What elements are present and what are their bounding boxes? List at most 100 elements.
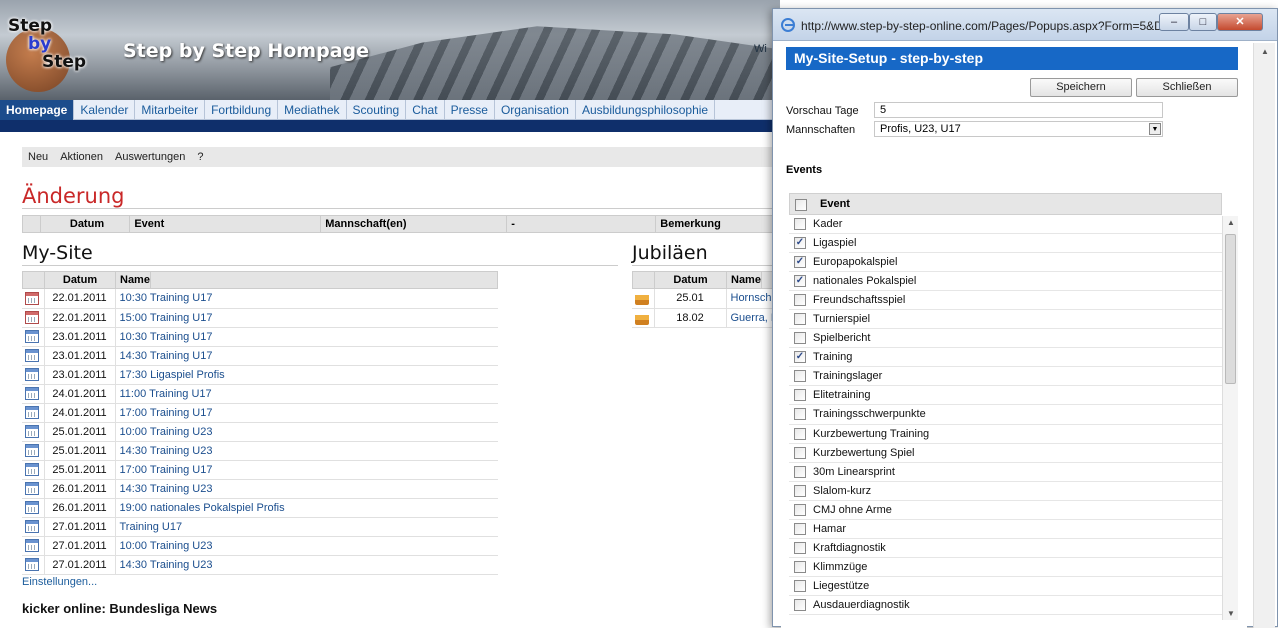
scroll-down-icon[interactable]: ▼ (1226, 609, 1236, 618)
close-window-button[interactable]: ✕ (1217, 13, 1263, 31)
table-row[interactable]: 24.01.2011 11:00 Training U17 (22, 384, 498, 404)
event-checkbox[interactable]: ✓ (794, 351, 806, 364)
event-checkbox[interactable] (794, 313, 806, 326)
nav-item-scouting[interactable]: Scouting (347, 99, 407, 120)
event-checkbox[interactable] (794, 484, 806, 497)
nav-item-organisation[interactable]: Organisation (495, 99, 576, 120)
nav-item-mediathek[interactable]: Mediathek (278, 99, 347, 120)
table-row[interactable]: 25.01 Hornschu (632, 289, 782, 309)
table-row[interactable]: 23.01.2011 17:30 Ligaspiel Profis (22, 365, 498, 385)
row-name-link[interactable]: 19:00 nationales Pokalspiel Profis (115, 498, 498, 518)
table-row[interactable]: 26.01.2011 19:00 nationales Pokalspiel Pr… (22, 498, 498, 518)
nav-item-ausbildungsphilosophie[interactable]: Ausbildungsphilosophie (576, 99, 716, 120)
action-aktionen[interactable]: Aktionen (54, 151, 109, 163)
action-auswertungen[interactable]: Auswertungen (109, 151, 191, 163)
row-name-link[interactable]: 14:30 Training U23 (115, 555, 498, 575)
event-row[interactable]: Turnierspiel (789, 310, 1227, 330)
event-checkbox[interactable] (794, 294, 806, 307)
event-checkbox[interactable] (794, 370, 806, 383)
event-row[interactable]: Hamar (789, 519, 1227, 539)
event-row[interactable]: Trainingsschwerpunkte (789, 405, 1227, 425)
event-row[interactable]: Elitetraining (789, 386, 1227, 406)
table-row[interactable]: 25.01.2011 14:30 Training U23 (22, 441, 498, 461)
event-checkbox[interactable] (794, 408, 806, 421)
table-row[interactable]: 24.01.2011 17:00 Training U17 (22, 403, 498, 423)
table-row[interactable]: 18.02 Guerra, F (632, 308, 782, 328)
event-row[interactable]: Ausdauerdiagnostik (789, 595, 1227, 615)
event-row[interactable]: ✓ nationales Pokalspiel (789, 272, 1227, 292)
header-link-fragment[interactable]: Wi (754, 43, 767, 55)
row-name-link[interactable]: 14:30 Training U17 (115, 346, 498, 366)
table-row[interactable]: 26.01.2011 14:30 Training U23 (22, 479, 498, 499)
select-all-checkbox[interactable] (795, 199, 807, 211)
popup-scrollbar[interactable]: ▲ (1253, 43, 1275, 628)
scroll-up-icon[interactable]: ▲ (1226, 218, 1236, 227)
event-row[interactable]: Slalom-kurz (789, 481, 1227, 501)
event-row[interactable]: CMJ ohne Arme (789, 500, 1227, 520)
row-name-link[interactable]: 10:00 Training U23 (115, 422, 498, 442)
site-logo[interactable]: Step by Step (4, 6, 96, 92)
event-checkbox[interactable] (794, 579, 806, 592)
table-row[interactable]: 23.01.2011 10:30 Training U17 (22, 327, 498, 347)
event-row[interactable]: Spielbericht (789, 329, 1227, 349)
table-row[interactable]: 27.01.2011 Training U17 (22, 517, 498, 537)
maximize-button[interactable]: □ (1189, 13, 1217, 31)
table-row[interactable]: 22.01.2011 15:00 Training U17 (22, 308, 498, 328)
table-row[interactable]: 27.01.2011 10:00 Training U23 (22, 536, 498, 556)
event-checkbox[interactable] (794, 560, 806, 573)
event-checkbox[interactable] (794, 332, 806, 345)
teams-select[interactable]: Profis, U23, U17 ▼ (874, 121, 1163, 137)
table-row[interactable]: 22.01.2011 10:30 Training U17 (22, 289, 498, 309)
event-checkbox[interactable] (794, 446, 806, 459)
event-checkbox[interactable] (794, 522, 806, 535)
event-checkbox[interactable] (794, 389, 806, 402)
event-checkbox[interactable]: ✓ (794, 237, 806, 250)
popup-titlebar[interactable]: http://www.step-by-step-online.com/Pages… (773, 9, 1277, 41)
row-name-link[interactable]: 17:30 Ligaspiel Profis (115, 365, 498, 385)
event-row[interactable]: ✓ Europapokalspiel (789, 253, 1227, 273)
scrollbar-thumb[interactable] (1225, 234, 1236, 384)
row-name-link[interactable]: 11:00 Training U17 (115, 384, 498, 404)
action-neu[interactable]: Neu (22, 151, 54, 163)
event-row[interactable]: Liegestütze (789, 576, 1227, 596)
action-help[interactable]: ? (191, 151, 209, 163)
row-name-link[interactable]: 10:00 Training U23 (115, 536, 498, 556)
nav-item-homepage[interactable]: Homepage (0, 99, 75, 120)
save-button[interactable]: Speichern (1030, 78, 1132, 97)
event-checkbox[interactable] (794, 598, 806, 611)
nav-item-presse[interactable]: Presse (445, 99, 495, 120)
row-name-link[interactable]: 14:30 Training U23 (115, 479, 498, 499)
event-checkbox[interactable]: ✓ (794, 275, 806, 288)
row-name-link[interactable]: 10:30 Training U17 (115, 289, 498, 309)
table-row[interactable]: 25.01.2011 17:00 Training U17 (22, 460, 498, 480)
minimize-button[interactable]: – (1159, 13, 1189, 31)
nav-item-kalender[interactable]: Kalender (74, 99, 136, 120)
event-row[interactable]: Trainingslager (789, 367, 1227, 387)
row-name-link[interactable]: 14:30 Training U23 (115, 441, 498, 461)
table-row[interactable]: 27.01.2011 14:30 Training U23 (22, 555, 498, 575)
event-row[interactable]: Kraftdiagnostik (789, 538, 1227, 558)
popup-scroll-up-icon[interactable]: ▲ (1260, 47, 1270, 57)
table-row[interactable]: 25.01.2011 10:00 Training U23 (22, 422, 498, 442)
chevron-down-icon[interactable]: ▼ (1149, 123, 1161, 135)
event-row[interactable]: 30m Linearsprint (789, 462, 1227, 482)
event-checkbox[interactable] (794, 541, 806, 554)
event-row[interactable]: Klimmzüge (789, 557, 1227, 577)
row-name-link[interactable]: 17:00 Training U17 (115, 403, 498, 423)
event-checkbox[interactable] (794, 503, 806, 516)
event-row[interactable]: Freundschaftsspiel (789, 291, 1227, 311)
settings-link[interactable]: Einstellungen... (22, 576, 97, 588)
row-name-link[interactable]: 17:00 Training U17 (115, 460, 498, 480)
nav-item-fortbildung[interactable]: Fortbildung (205, 99, 279, 120)
event-checkbox[interactable]: ✓ (794, 256, 806, 269)
nav-item-chat[interactable]: Chat (406, 99, 445, 120)
event-checkbox[interactable] (794, 427, 806, 440)
row-name-link[interactable]: Training U17 (115, 517, 498, 537)
event-row[interactable]: ✓ Ligaspiel (789, 234, 1227, 254)
row-name-link[interactable]: 15:00 Training U17 (115, 308, 498, 328)
table-row[interactable]: 23.01.2011 14:30 Training U17 (22, 346, 498, 366)
event-row[interactable]: Kader (789, 215, 1227, 235)
preview-days-input[interactable]: 5 (874, 102, 1163, 118)
events-scrollbar[interactable]: ▲ ▼ (1222, 216, 1238, 620)
close-button[interactable]: Schließen (1136, 78, 1238, 97)
